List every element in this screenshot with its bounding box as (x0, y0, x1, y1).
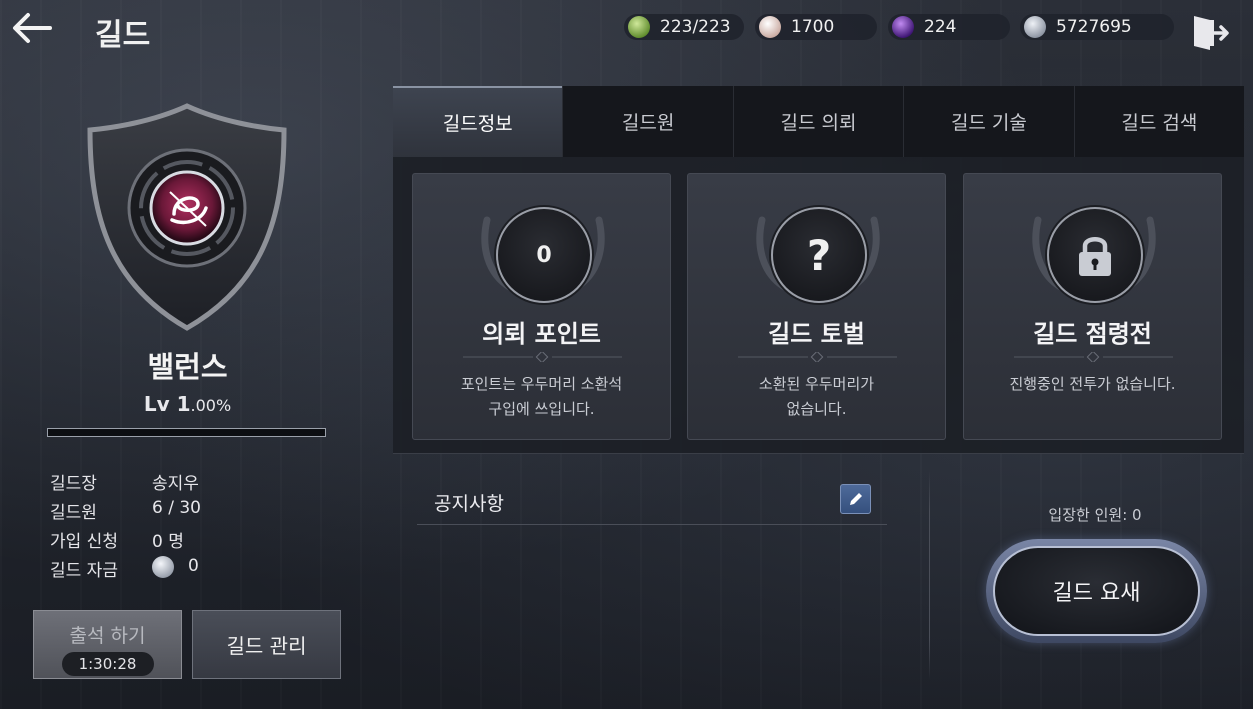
info-row-applications: 가입 신청 0 명 (50, 527, 184, 552)
silver-coin-icon (152, 556, 174, 578)
guild-fortress-label: 길드 요새 (993, 546, 1200, 636)
vertical-divider (929, 470, 930, 680)
attend-timer: 1:30:28 (61, 652, 154, 676)
currency-pearl: 1700 (755, 14, 877, 40)
gem-value: 224 (924, 17, 957, 37)
info-value: 0 (188, 556, 199, 576)
info-row-members: 길드원 6 / 30 (50, 498, 201, 523)
card-description: 진행중인 전투가 없습니다. (1009, 375, 1176, 393)
tab-skills[interactable]: 길드 기술 (903, 86, 1073, 157)
tab-guild-info[interactable]: 길드정보 (393, 86, 563, 157)
points-badge: 0 (496, 207, 592, 303)
notice-edit-button[interactable] (840, 484, 871, 514)
pearl-value: 1700 (791, 17, 835, 37)
card-title: 의뢰 포인트 (482, 320, 601, 348)
card-guild-occupation[interactable]: 길드 점령전 진행중인 전투가 없습니다. (963, 173, 1222, 440)
back-button[interactable] (10, 10, 54, 46)
tab-requests[interactable]: 길드 의뢰 (732, 86, 903, 157)
guild-fortress-button[interactable]: 길드 요새 (986, 539, 1207, 643)
guild-level-percent: .00% (190, 396, 232, 415)
info-label: 길드 자금 (50, 561, 118, 581)
exit-button[interactable] (1190, 12, 1230, 54)
exit-door-icon (1194, 16, 1229, 50)
notice-divider (417, 524, 887, 525)
guild-emblem-shield (87, 103, 287, 331)
info-label: 길드장 (50, 474, 97, 494)
page-title: 길드 (95, 18, 151, 53)
guild-level: Lv 1.00% (0, 392, 375, 416)
card-request-points[interactable]: 0 의뢰 포인트 포인트는 우두머리 소환석 구입에 쓰입니다. (412, 173, 671, 440)
stamina-value: 223/223 (660, 17, 731, 37)
info-value: 송지우 (152, 474, 199, 494)
info-value: 6 / 30 (152, 498, 201, 518)
info-label: 가입 신청 (50, 532, 118, 552)
attend-label: 출석 하기 (69, 625, 146, 647)
currency-silver: 5727695 (1020, 14, 1174, 40)
card-description: 포인트는 우두머리 소환석 구입에 쓰입니다. (460, 375, 623, 418)
card-title: 길드 토벌 (768, 320, 865, 348)
info-row-leader: 길드장 송지우 (50, 469, 199, 494)
card-description: 소환된 우두머리가 없습니다. (758, 375, 875, 418)
tab-search[interactable]: 길드 검색 (1073, 86, 1244, 157)
silver-coin-icon (1024, 16, 1046, 38)
card-title: 길드 점령전 (1033, 320, 1152, 348)
tab-bar: 길드정보 길드원 길드 의뢰 길드 기술 길드 검색 (393, 86, 1244, 157)
entered-count: 입장한 인원: 0 (1048, 506, 1142, 524)
divider-diamond-icon (738, 352, 897, 362)
guild-exp-bar (47, 428, 326, 437)
info-value: 0 명 (152, 532, 184, 552)
guild-name: 밸런스 (147, 350, 228, 384)
guild-manage-button[interactable]: 길드 관리 (192, 610, 341, 679)
pearl-icon (759, 16, 781, 38)
currency-stamina: 223/223 (624, 14, 744, 40)
tab-members[interactable]: 길드원 (562, 86, 732, 157)
question-mark-icon: ? (771, 207, 867, 303)
currency-gem: 224 (888, 14, 1010, 40)
attend-button[interactable]: 출석 하기 1:30:28 (33, 610, 182, 679)
pencil-icon (849, 493, 862, 505)
silver-value: 5727695 (1056, 17, 1132, 37)
lock-badge (1047, 207, 1143, 303)
info-row-funds: 길드 자금 0 (50, 556, 199, 581)
lock-icon (1079, 237, 1111, 276)
purple-gem-icon (892, 16, 914, 38)
guild-level-value: Lv 1 (143, 392, 191, 416)
divider-diamond-icon (463, 352, 622, 362)
card-guild-raid[interactable]: ? 길드 토벌 소환된 우두머리가 없습니다. (687, 173, 946, 440)
notice-title: 공지사항 (434, 493, 504, 515)
divider-diamond-icon (1014, 352, 1173, 362)
info-label: 길드원 (50, 503, 97, 523)
back-arrow-icon (13, 13, 52, 43)
stamina-icon (628, 16, 650, 38)
